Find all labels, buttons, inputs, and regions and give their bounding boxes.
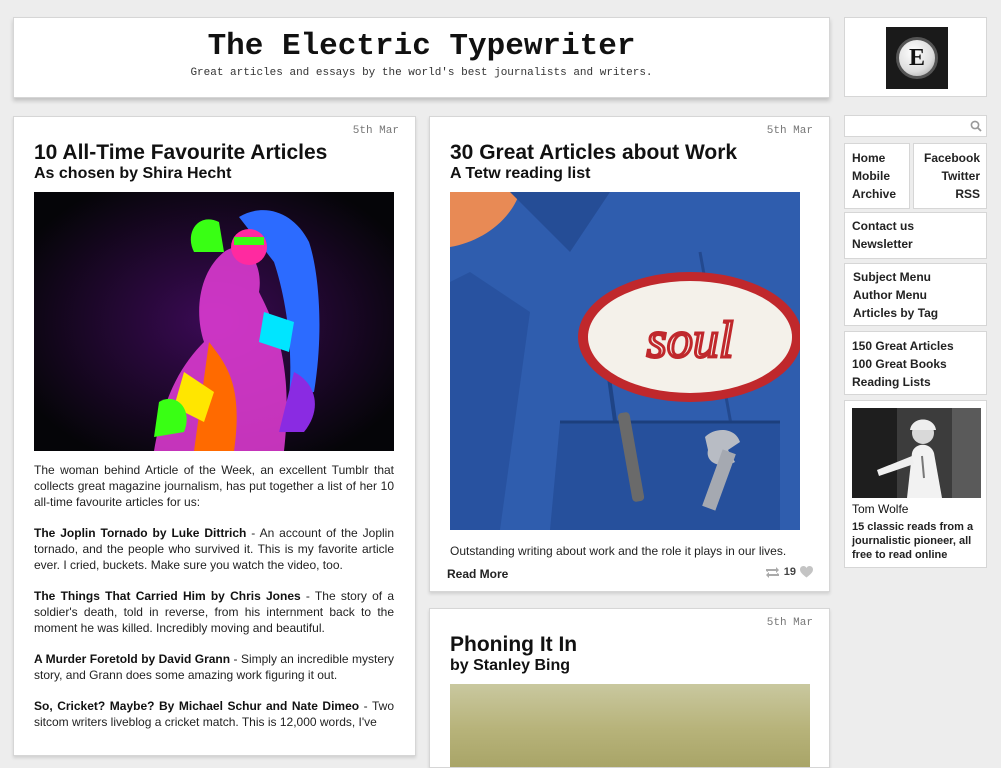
nav-mobile[interactable]: Mobile bbox=[852, 167, 909, 185]
nav-archive[interactable]: Archive bbox=[852, 185, 909, 203]
contact-link[interactable]: Contact us bbox=[852, 217, 986, 235]
post-title[interactable]: Phoning It In bbox=[450, 633, 577, 657]
author-photo[interactable] bbox=[852, 408, 981, 498]
post-title[interactable]: 30 Great Articles about Work bbox=[450, 141, 737, 165]
articles-by-tag-link[interactable]: Articles by Tag bbox=[853, 304, 986, 322]
site-title[interactable]: The Electric Typewriter bbox=[14, 30, 829, 64]
typewriter-key-logo[interactable]: E bbox=[886, 27, 948, 89]
list-item: So, Cricket? Maybe? By Michael Schur and… bbox=[34, 698, 394, 730]
list-item: A Murder Foretold by David Grann - Simpl… bbox=[34, 651, 394, 683]
subject-menu-link[interactable]: Subject Menu bbox=[853, 268, 986, 286]
article-link[interactable]: The Joplin Tornado by Luke Dittrich bbox=[34, 526, 246, 540]
author-name[interactable]: Tom Wolfe bbox=[852, 502, 908, 516]
reading-lists-link[interactable]: Reading Lists bbox=[852, 373, 986, 391]
newsletter-link[interactable]: Newsletter bbox=[852, 235, 986, 253]
search-input[interactable] bbox=[844, 115, 987, 137]
list-item: The Joplin Tornado by Luke Dittrich - An… bbox=[34, 525, 394, 573]
author-feature-desc[interactable]: 15 classic reads from a journalistic pio… bbox=[852, 520, 984, 562]
list-item: The Things That Carried Him by Chris Jon… bbox=[34, 588, 394, 636]
menu-links: Subject Menu Author Menu Articles by Tag bbox=[844, 263, 987, 326]
heart-icon[interactable] bbox=[800, 566, 813, 578]
nav-facebook[interactable]: Facebook bbox=[914, 149, 980, 167]
post-body: The woman behind Article of the Week, an… bbox=[34, 462, 394, 745]
article-link[interactable]: So, Cricket? Maybe? By Michael Schur and… bbox=[34, 699, 359, 713]
patch-word: soul bbox=[647, 312, 734, 369]
phoning-it-in-image[interactable] bbox=[450, 684, 810, 767]
note-count: 19 bbox=[783, 566, 796, 578]
nav-links-left: Home Mobile Archive bbox=[844, 143, 910, 209]
list-links: 150 Great Articles 100 Great Books Readi… bbox=[844, 331, 987, 395]
post-subtitle: by Stanley Bing bbox=[450, 657, 571, 674]
post-subtitle: A Tetw reading list bbox=[450, 165, 591, 182]
logo-panel: E bbox=[844, 17, 987, 97]
nav-twitter[interactable]: Twitter bbox=[914, 167, 980, 185]
contact-links: Contact us Newsletter bbox=[844, 212, 987, 259]
reblog-icon[interactable] bbox=[765, 566, 780, 578]
nav-links-right: Facebook Twitter RSS bbox=[913, 143, 987, 209]
post-subtitle: As chosen by Shira Hecht bbox=[34, 165, 232, 182]
article-link[interactable]: The Things That Carried Him by Chris Jon… bbox=[34, 589, 301, 603]
post-card: 5th Mar Phoning It In by Stanley Bing bbox=[429, 608, 830, 768]
post-date: 5th Mar bbox=[766, 617, 813, 629]
nav-rss[interactable]: RSS bbox=[914, 185, 980, 203]
article-link[interactable]: A Murder Foretold by David Grann bbox=[34, 652, 230, 666]
search-icon[interactable] bbox=[970, 120, 982, 132]
post-date: 5th Mar bbox=[352, 125, 399, 137]
post-excerpt: Outstanding writing about work and the r… bbox=[450, 544, 787, 558]
post-card: 5th Mar 30 Great Articles about Work A T… bbox=[429, 116, 830, 592]
nav-home[interactable]: Home bbox=[852, 149, 909, 167]
neon-bodypaint-image[interactable] bbox=[34, 192, 394, 451]
site-tagline: Great articles and essays by the world's… bbox=[190, 67, 653, 79]
post-card: 5th Mar 10 All-Time Favourite Articles A… bbox=[13, 116, 416, 756]
work-shirt-patch-image[interactable]: soul bbox=[450, 192, 800, 530]
author-menu-link[interactable]: Author Menu bbox=[853, 286, 986, 304]
post-title[interactable]: 10 All-Time Favourite Articles bbox=[34, 141, 327, 165]
read-more-link[interactable]: Read More bbox=[447, 567, 508, 581]
logo-letter: E bbox=[896, 37, 938, 79]
post-date: 5th Mar bbox=[766, 125, 813, 137]
great-books-link[interactable]: 100 Great Books bbox=[852, 355, 986, 373]
featured-author: Tom Wolfe 15 classic reads from a journa… bbox=[844, 400, 987, 568]
great-articles-link[interactable]: 150 Great Articles bbox=[852, 337, 986, 355]
notes-area: 19 bbox=[765, 566, 813, 578]
site-header: The Electric Typewriter Great articles a… bbox=[13, 17, 830, 98]
post-intro: The woman behind Article of the Week, an… bbox=[34, 463, 394, 509]
